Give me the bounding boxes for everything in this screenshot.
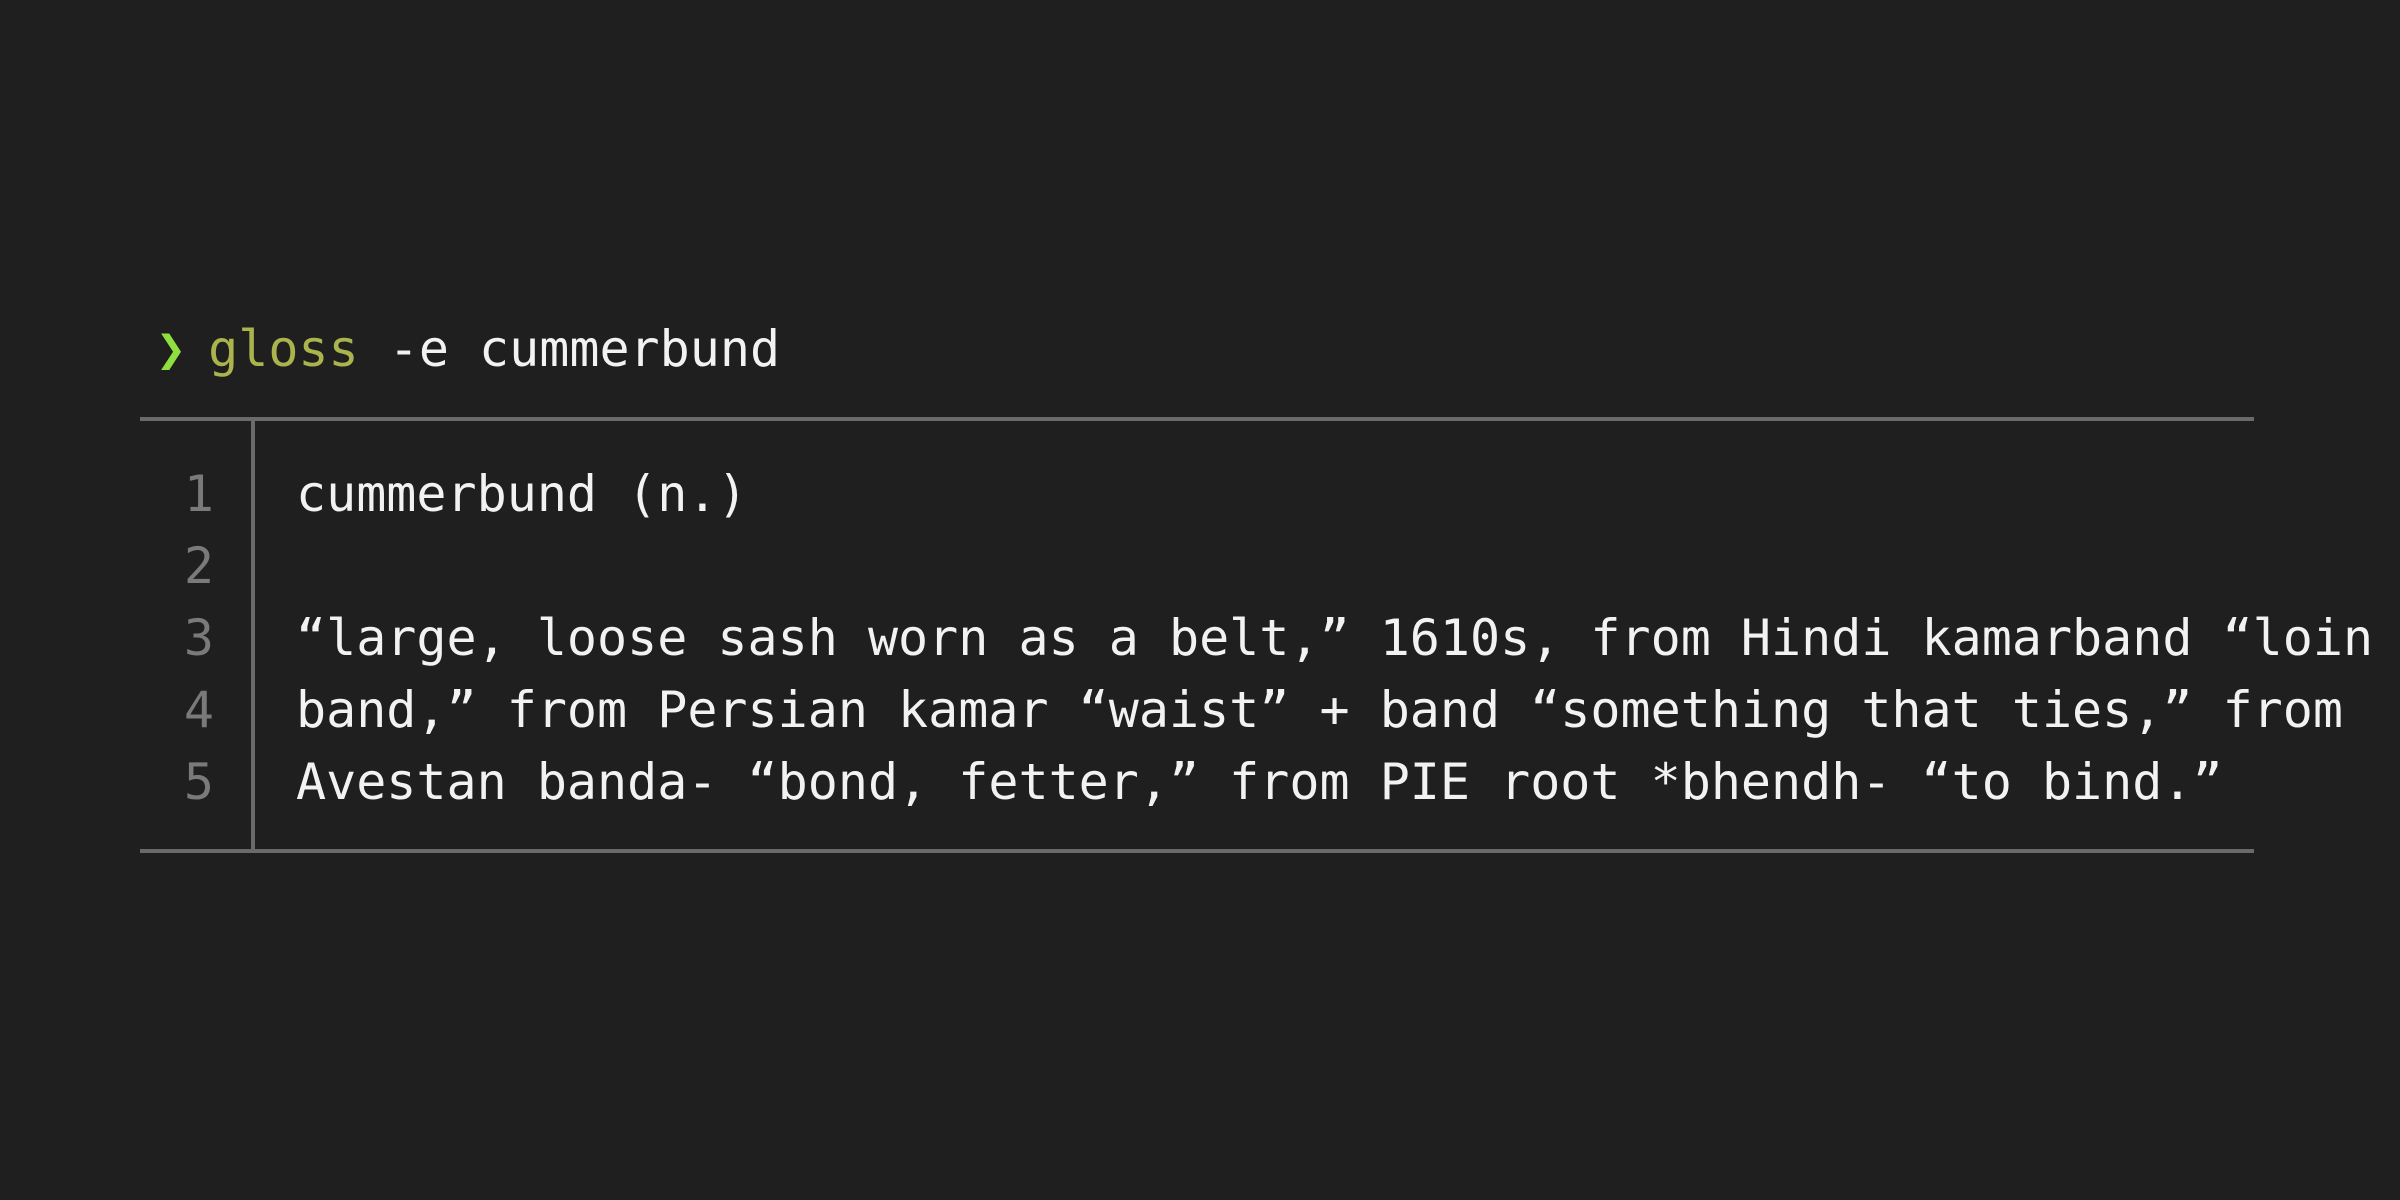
line-number-gutter: 1 2 3 4 5 xyxy=(140,458,214,818)
line-number: 3 xyxy=(183,609,214,667)
output-line: “large, loose sash worn as a belt,” 1610… xyxy=(296,609,2374,667)
output-line: Avestan banda- “bond, fetter,” from PIE … xyxy=(296,753,2223,811)
output-line-blank xyxy=(296,530,2246,602)
output-content: cummerbund (n.) “large, loose sash worn … xyxy=(296,458,2374,818)
terminal-window: ❯ gloss -e cummerbund 1 2 3 4 5 cummerbun… xyxy=(0,0,2400,1200)
line-number: 4 xyxy=(183,681,214,739)
line-number-divider xyxy=(251,419,255,851)
command-name: gloss xyxy=(208,320,359,378)
line-number: 2 xyxy=(183,537,214,595)
output-line-title: cummerbund (n.) xyxy=(296,465,748,523)
line-number: 5 xyxy=(183,753,214,811)
output-line: band,” from Persian kamar “waist” + band… xyxy=(296,681,2343,739)
output-bottom-border xyxy=(140,849,2254,853)
command-arguments: -e cummerbund xyxy=(358,320,781,378)
prompt-chevron-icon: ❯ xyxy=(156,320,187,378)
command-prompt-line: ❯ gloss -e cummerbund xyxy=(156,314,780,384)
line-number: 1 xyxy=(183,465,214,523)
output-top-border xyxy=(140,417,2254,421)
